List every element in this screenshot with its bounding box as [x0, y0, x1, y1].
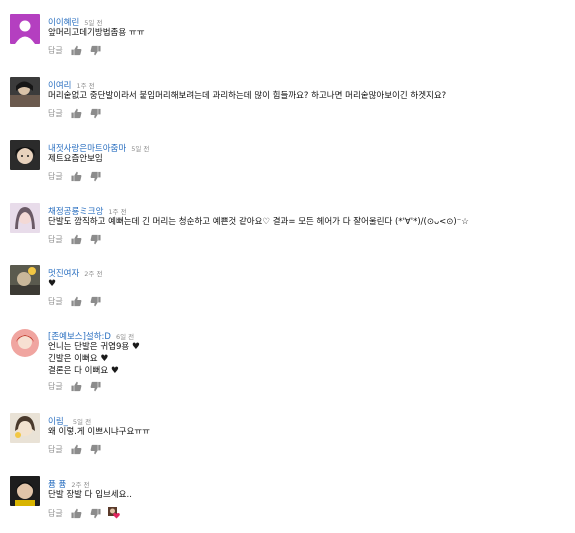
comment-actions: 답글 — [48, 44, 109, 56]
avatar[interactable] — [10, 476, 40, 506]
avatar[interactable] — [10, 328, 40, 358]
avatar[interactable] — [10, 265, 40, 295]
thumbs-up-icon[interactable] — [71, 381, 82, 392]
thumbs-down-icon[interactable] — [90, 45, 101, 56]
thumbs-up-icon[interactable] — [71, 296, 82, 307]
comment-text: ♥ — [48, 279, 57, 289]
thumbs-down-icon[interactable] — [90, 508, 101, 519]
thumbs-up-icon[interactable] — [71, 171, 82, 182]
comment-actions: 답글 — [48, 507, 122, 519]
thumbs-down-icon[interactable] — [90, 234, 101, 245]
thumbs-up-icon[interactable] — [71, 234, 82, 245]
comment-actions: 답글 — [48, 170, 109, 182]
comment-time[interactable]: 5일 전 — [84, 19, 102, 27]
comment-actions: 답글 — [48, 233, 109, 245]
thumbs-up-icon[interactable] — [71, 108, 82, 119]
comment-time[interactable]: 1주 전 — [76, 82, 94, 90]
avatar[interactable] — [10, 77, 40, 107]
comment-text: 앞머리고데기방법좀용 ㅠㅠ — [48, 28, 145, 38]
reply-button[interactable]: 답글 — [48, 108, 63, 119]
comment-time[interactable]: 5일 전 — [131, 145, 149, 153]
heart-icon: ♥ — [110, 366, 119, 376]
reply-button[interactable]: 답글 — [48, 234, 63, 245]
comment-text: 단발 장발 다 입브세요.. — [48, 490, 132, 500]
thumbs-up-icon[interactable] — [71, 508, 82, 519]
comment-time[interactable]: 6일 전 — [116, 333, 134, 341]
avatar[interactable] — [10, 413, 40, 443]
thumbs-down-icon[interactable] — [90, 296, 101, 307]
thumbs-down-icon[interactable] — [90, 108, 101, 119]
comment-text: 왜 이렇.게 이쁘시냐구요ㅠㅠ — [48, 427, 150, 437]
comment-text: 머리숱없고 중단발이라서 붙임머리해보려는데 과리하는데 많이 힘들까요? 하고… — [48, 91, 447, 101]
thumbs-down-icon[interactable] — [90, 444, 101, 455]
comment-actions: 답글 — [48, 443, 109, 455]
thumbs-up-icon[interactable] — [71, 444, 82, 455]
comment-text: 단발도 깜직하고 예뻐는데 긴 머리는 청순하고 예쁜것 같아요♡ 결과= 모든… — [48, 217, 469, 227]
avatar[interactable] — [10, 203, 40, 233]
avatar[interactable] — [10, 140, 40, 170]
heart-icon: ♥ — [100, 354, 109, 364]
reply-button[interactable]: 답글 — [48, 296, 63, 307]
comment-text: 언니는 단발은 귀엽9용 ♥ 긴발은 이뻐요 ♥ 결론은 다 이뻐요 ♥ — [48, 342, 140, 376]
reply-button[interactable]: 답글 — [48, 171, 63, 182]
creator-heart-icon — [107, 507, 122, 519]
comment-time[interactable]: 2주 전 — [84, 270, 102, 278]
reply-button[interactable]: 답글 — [48, 381, 63, 392]
comment-time[interactable]: 2주 전 — [71, 481, 89, 489]
thumbs-up-icon[interactable] — [71, 45, 82, 56]
reply-button[interactable]: 답글 — [48, 508, 63, 519]
comment-actions: 답글 — [48, 380, 109, 392]
reply-button[interactable]: 답글 — [48, 444, 63, 455]
heart-icon: ♥ — [131, 342, 140, 352]
comment-text: 제트요즘안보임 — [48, 154, 103, 164]
avatar[interactable] — [10, 14, 40, 44]
reply-button[interactable]: 답글 — [48, 45, 63, 56]
comment-actions: 답글 — [48, 107, 109, 119]
thumbs-down-icon[interactable] — [90, 171, 101, 182]
thumbs-down-icon[interactable] — [90, 381, 101, 392]
comment-time[interactable]: 1주 전 — [108, 208, 126, 216]
comments-section: 이이혜린 5일 전 앞머리고데기방법좀용 ㅠㅠ 답글 이여리 1주 전 머리숱없고 … — [0, 0, 575, 533]
comment-time[interactable]: 5일 전 — [73, 418, 91, 426]
comment-actions: 답글 — [48, 295, 109, 307]
